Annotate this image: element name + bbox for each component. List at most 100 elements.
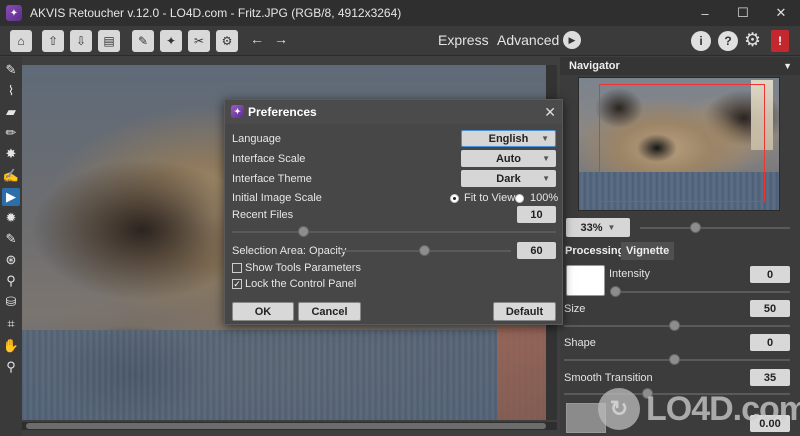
chevron-down-icon[interactable]: ▼ [783,57,792,75]
zoom-row: 33% ▼ [566,218,796,240]
opacity-slider-knob[interactable] [419,245,430,256]
undo-icon[interactable]: ← [250,31,264,47]
chameleon-icon[interactable]: ⛁ [2,293,20,311]
intensity-value[interactable]: 0 [750,266,790,283]
shape-slider-knob[interactable] [669,354,680,365]
crop-icon[interactable]: ⌗ [2,315,20,333]
full-size-label: 100% [530,192,559,204]
minimize-icon[interactable]: – [686,0,724,26]
run-tool-icon[interactable]: ▶ [2,188,20,206]
close-icon[interactable]: ✕ [762,0,800,26]
default-button[interactable]: Default [493,302,556,321]
notification-icon[interactable]: ! [771,30,789,52]
intensity-label: Intensity [609,268,650,280]
show-tools-checkbox[interactable] [232,263,242,273]
main-toolbar: ⌂ ⇧ ⇩ ▤ ✎ ✦ ✂ ⚙ ← → Express Advanced ▶ i… [0,26,800,56]
chevron-down-icon: ▼ [542,174,550,183]
magic-tube-icon[interactable]: ⌇ [2,82,20,100]
recent-files-value[interactable]: 10 [517,206,556,223]
tab-vignette[interactable]: Vignette [621,242,675,260]
preferences-dialog: ✦ Preferences ✕ Language English ▼ Interf… [224,99,563,325]
gear-tool-icon[interactable]: ✹ [2,209,20,227]
app-window: ✦ AKVIS Retoucher v.12.0 - LO4D.com - Fr… [0,0,800,436]
shape-value[interactable]: 0 [750,334,790,351]
settings-plugin-icon[interactable]: ⚙ [216,30,238,52]
fit-to-view-radio[interactable] [450,194,459,203]
zoom-icon[interactable]: ⚲ [2,358,20,376]
size-slider[interactable] [564,320,790,331]
zoom-value: 33% [580,221,603,234]
watermark-text: LO4D.com [646,389,800,428]
recent-files-slider[interactable] [232,226,556,237]
cancel-button[interactable]: Cancel [298,302,361,321]
smudge-icon[interactable]: ✍ [2,167,20,185]
hand-icon[interactable]: ✋ [2,337,20,355]
full-size-radio[interactable] [515,194,524,203]
stamp-icon[interactable]: ⚲ [2,272,20,290]
scroll-thumb[interactable] [26,423,546,429]
recent-files-label: Recent Files [232,209,294,221]
interface-theme-select[interactable]: Dark ▼ [461,170,556,187]
tools-icon[interactable]: ✂ [188,30,210,52]
language-select[interactable]: English ▼ [461,130,556,147]
spark-icon[interactable]: ✸ [2,145,20,163]
save-icon[interactable]: ⇩ [70,30,92,52]
smooth-transition-value[interactable]: 35 [750,369,790,386]
interface-scale-value: Auto [495,152,522,165]
right-panel: Navigator ▼ 33% ▼ Processing Vignette Int… [560,57,800,436]
lock-panel-checkbox[interactable]: ✓ [232,279,242,289]
zoom-slider-knob[interactable] [690,222,701,233]
maximize-icon[interactable]: ☐ [724,0,762,26]
clone-icon[interactable]: ⊛ [2,251,20,269]
size-slider-knob[interactable] [669,320,680,331]
selection-brush-icon[interactable]: ✎ [2,61,20,79]
intensity-slider[interactable] [610,286,790,297]
redo-icon[interactable]: → [274,31,288,47]
home-icon[interactable]: ⌂ [10,30,32,52]
eraser-icon[interactable]: ▰ [2,103,20,121]
size-value[interactable]: 50 [750,300,790,317]
help-icon[interactable]: ? [718,31,738,51]
intensity-slider-knob[interactable] [610,286,621,297]
zoom-slider[interactable] [640,222,790,233]
info-icon[interactable]: i [691,31,711,51]
shape-slider[interactable] [564,354,790,365]
navigator-preview[interactable] [578,77,780,211]
dialog-header: ✦ Preferences ✕ [225,100,562,124]
interface-scale-select[interactable]: Auto ▼ [461,150,556,167]
zoom-select[interactable]: 33% ▼ [566,218,630,237]
brush-icon[interactable]: ✎ [132,30,154,52]
opacity-slider[interactable] [341,245,511,256]
watermark: ↻ LO4D.com [598,388,800,430]
smooth-transition-label: Smooth Transition [564,372,653,384]
wand-icon[interactable]: ✦ [160,30,182,52]
gear-icon[interactable]: ⚙ [744,29,761,52]
chevron-down-icon: ▼ [541,134,549,143]
interface-theme-value: Dark [496,172,521,185]
chevron-down-icon: ▼ [542,154,550,163]
vignette-color-swatch[interactable] [566,265,605,296]
recent-files-knob[interactable] [298,226,309,237]
horizontal-scrollbar[interactable] [22,422,557,430]
run-icon[interactable]: ▶ [563,31,581,49]
window-title: AKVIS Retoucher v.12.0 - LO4D.com - Frit… [30,6,402,20]
tab-processing[interactable]: Processing [560,242,629,260]
print-icon[interactable]: ▤ [98,30,120,52]
pencil-icon[interactable]: ✏ [2,124,20,142]
selection-opacity-value[interactable]: 60 [517,242,556,259]
panel-tabs: Processing Vignette [560,242,800,260]
close-icon[interactable]: ✕ [544,100,556,124]
express-mode-button[interactable]: Express [438,32,489,48]
globe-logo-icon: ↻ [598,388,640,430]
language-value: English [488,132,529,145]
selection-opacity-label: Selection Area: Opacity [232,245,347,257]
brush-tool-icon[interactable]: ✎ [2,230,20,248]
show-tools-label: Show Tools Parameters [245,262,361,274]
canvas-rug [22,330,557,420]
ok-button[interactable]: OK [232,302,294,321]
language-label: Language [232,133,281,145]
advanced-mode-button[interactable]: Advanced [497,32,559,48]
viewport-frame[interactable] [599,84,765,202]
navigator-header: Navigator ▼ [560,57,800,75]
open-icon[interactable]: ⇧ [42,30,64,52]
